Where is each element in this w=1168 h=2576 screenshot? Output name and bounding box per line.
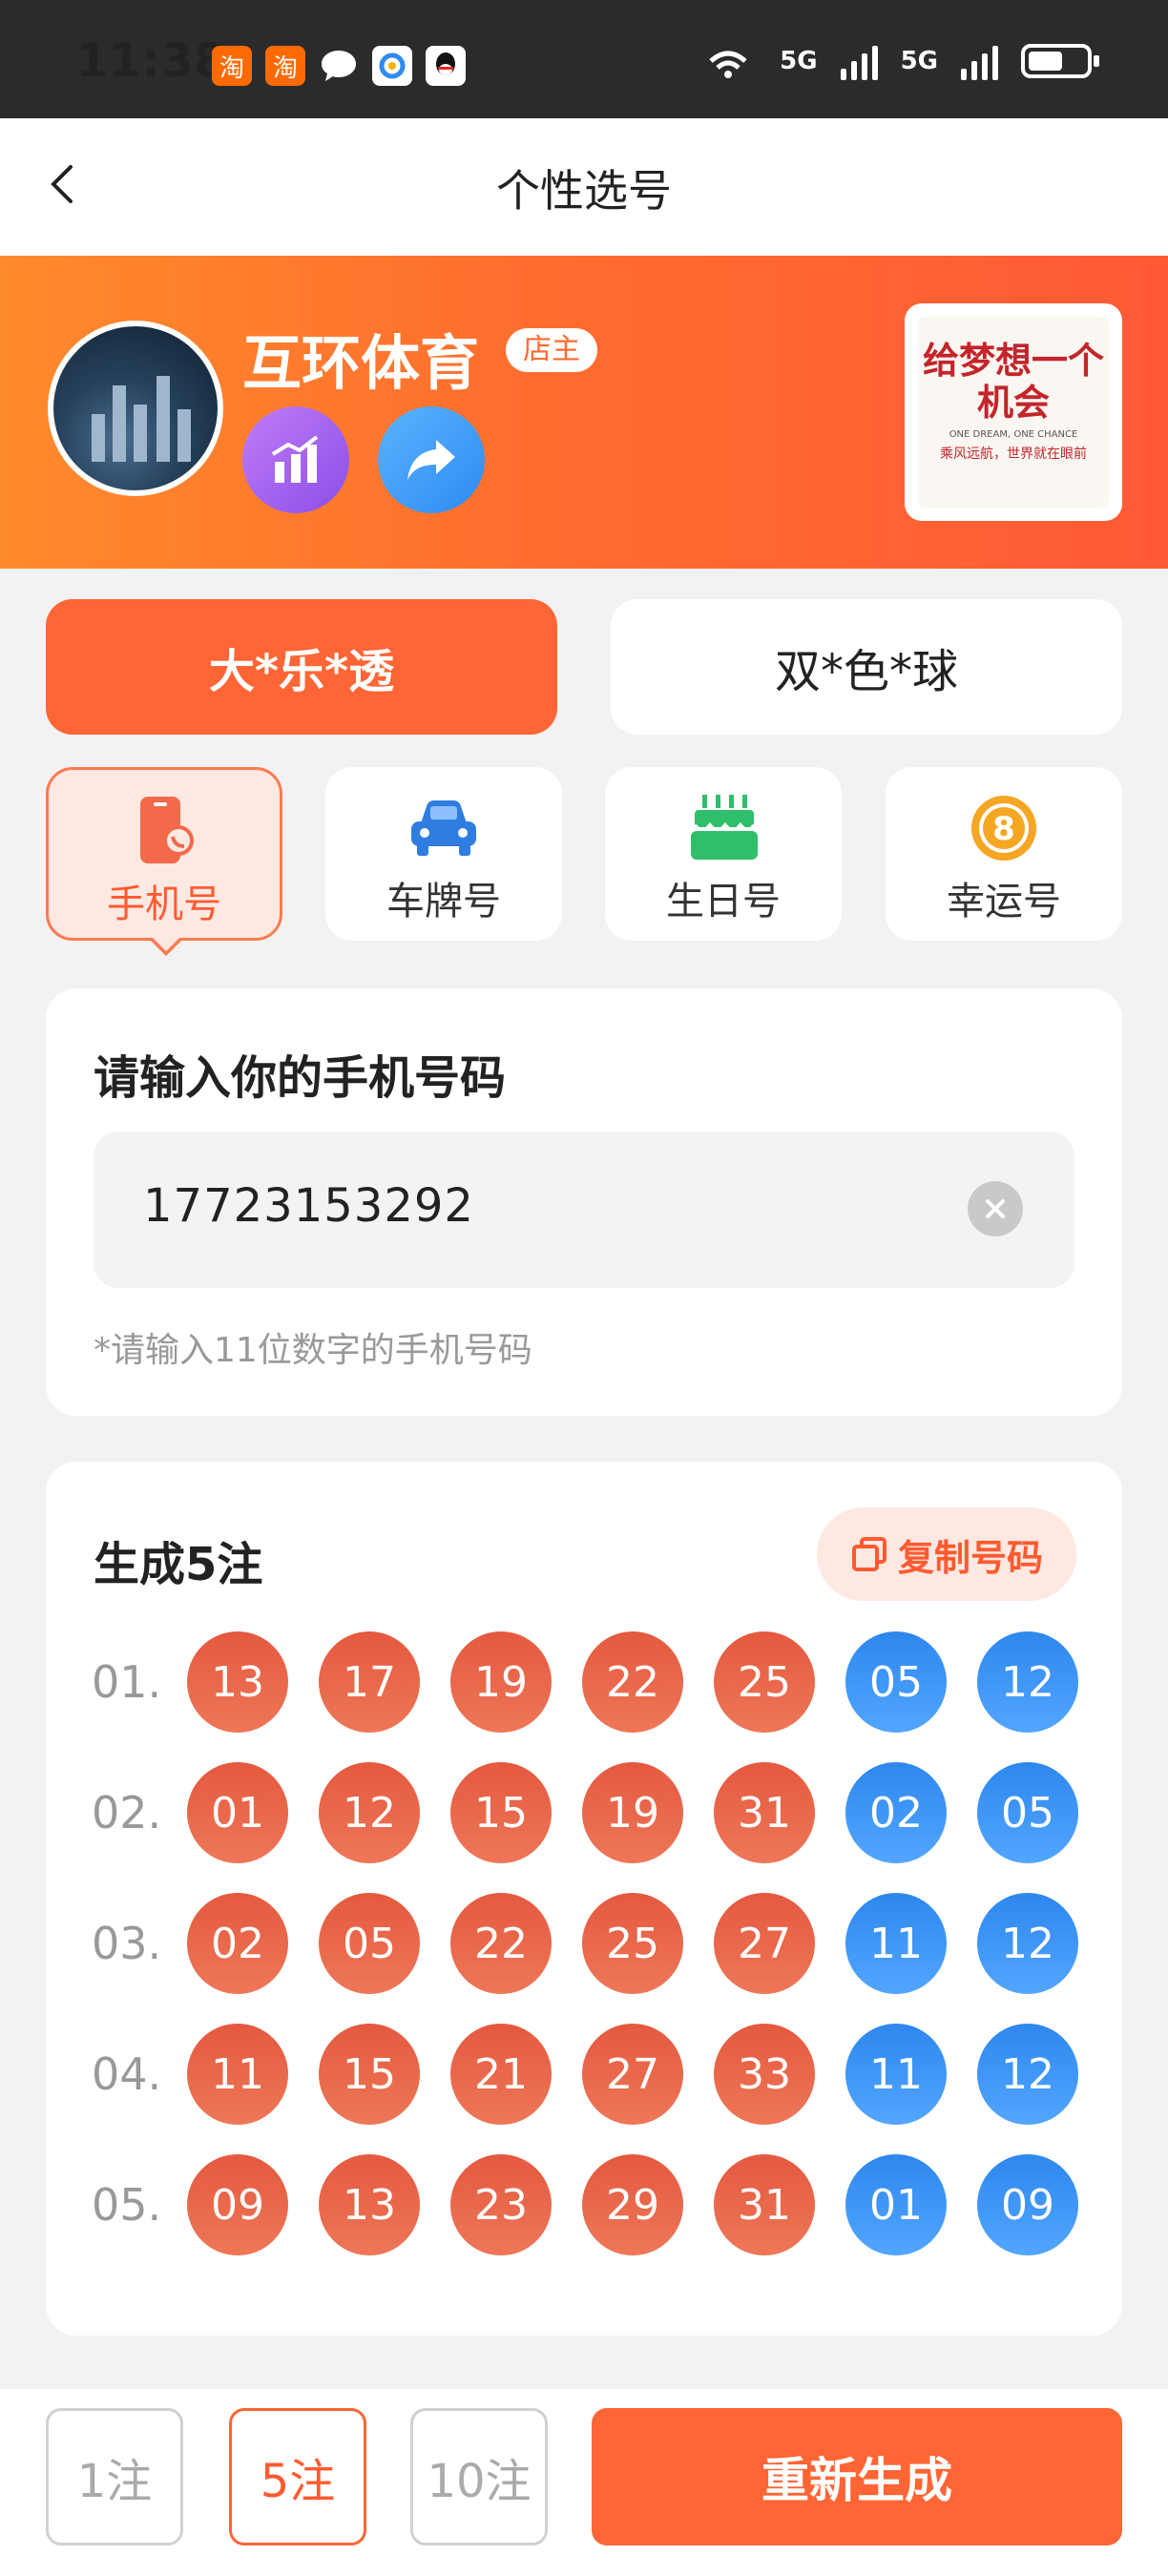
blue-ball: 05 [977,1762,1078,1863]
notification-icons: 淘 淘 [212,46,466,86]
red-ball: 12 [319,1762,420,1863]
red-ball: 29 [582,2154,683,2255]
share-button[interactable] [378,406,485,513]
blue-ball: 11 [845,1893,947,1994]
red-ball: 15 [450,1762,552,1863]
owner-badge: 店主 [506,328,597,372]
phone-input-value[interactable]: 17723153292 [143,1179,474,1233]
phone-input-title: 请输入你的手机号码 [94,1051,507,1105]
row-label: 05. [92,2179,162,2231]
copy-numbers-button[interactable]: 复制号码 [817,1507,1076,1601]
blue-ball: 11 [845,2024,947,2125]
blue-ball: 01 [845,2154,947,2255]
red-ball: 11 [187,2024,288,2125]
car-icon [406,792,482,864]
row-label: 04. [92,2048,162,2100]
signal-bars-icon [840,42,878,80]
taobao-icon: 淘 [265,46,305,86]
browser-icon [372,46,412,86]
share-arrow-icon [407,440,455,480]
mode-label: 生日号 [666,880,781,924]
red-ball: 02 [187,1893,288,1994]
copy-icon [851,1537,886,1571]
row-label: 02. [92,1787,162,1839]
red-ball: 21 [450,2024,552,2125]
red-ball: 22 [582,1631,683,1733]
red-ball: 19 [450,1631,552,1733]
lucky-eight-icon: 8 [966,792,1042,864]
red-ball: 25 [582,1893,683,1994]
regenerate-button[interactable]: 重新生成 [592,2408,1122,2545]
slogan-cn: 乘风远航，世界就在眼前 [940,447,1087,462]
status-time: 11:38 [76,34,227,88]
mode-car[interactable]: 车牌号 [325,767,562,941]
red-ball: 01 [187,1762,288,1863]
page-title: 个性选号 [496,165,672,217]
copy-label: 复制号码 [897,1536,1043,1579]
mode-phone[interactable]: 手机号 [46,767,282,941]
tab-shuangseqiu[interactable]: 双*色*球 [611,599,1122,735]
clear-input-button[interactable] [968,1181,1023,1236]
blue-ball: 12 [977,1631,1078,1733]
red-ball: 27 [714,1893,815,1994]
red-ball: 25 [714,1631,815,1733]
slogan-line2: 机会 [976,381,1050,424]
red-ball: 27 [582,2024,683,2125]
slogan-card[interactable]: 给梦想一个 机会 ONE DREAM, ONE CHANCE 乘风远航，世界就在… [905,303,1122,521]
red-ball: 05 [319,1893,420,1994]
bar-chart-icon [271,435,319,483]
status-indicators: 5G 5G [699,42,1099,80]
count-10-button[interactable]: 10注 [410,2408,548,2545]
phone-icon [126,795,202,867]
blue-ball: 12 [977,1893,1078,1994]
results-title: 生成5注 [94,1538,263,1591]
red-ball: 31 [714,2154,815,2255]
red-ball: 22 [450,1893,552,1994]
wifi-icon [709,51,747,78]
red-ball: 15 [319,2024,420,2125]
blue-ball: 12 [977,2024,1078,2125]
signal-bars-icon [961,42,998,80]
count-1-button[interactable]: 1注 [46,2408,183,2545]
avatar[interactable] [48,321,223,496]
count-5-button[interactable]: 5注 [229,2408,366,2545]
red-ball: 09 [187,2154,288,2255]
shop-name: 互环体育 [242,328,480,398]
mode-lucky[interactable]: 8 幸运号 [886,767,1122,941]
taobao-icon: 淘 [212,46,252,86]
mode-label: 幸运号 [947,880,1061,924]
qq-icon [426,46,466,86]
message-icon [319,46,359,86]
row-label: 03. [92,1918,162,1969]
red-ball: 13 [187,1631,288,1733]
signal-label-2: 5G [900,47,938,75]
red-ball: 33 [714,2024,815,2125]
red-ball: 23 [450,2154,552,2255]
row-label: 01. [92,1656,162,1708]
red-ball: 13 [319,2154,420,2255]
mode-birthday[interactable]: 生日号 [605,767,842,941]
slogan-line1: 给梦想一个 [922,339,1104,382]
close-icon [986,1199,1005,1218]
red-ball: 31 [714,1762,815,1863]
svg-text:8: 8 [992,810,1015,848]
phone-input-hint: *请输入11位数字的手机号码 [94,1331,532,1370]
signal-label-1: 5G [780,47,818,75]
red-ball: 19 [582,1762,683,1863]
active-tab-pointer-inner [152,937,180,951]
battery-icon [1021,44,1099,78]
red-ball: 17 [319,1631,420,1733]
mode-label: 手机号 [107,883,221,926]
blue-ball: 09 [977,2154,1078,2255]
blue-ball: 05 [845,1631,947,1733]
blue-ball: 02 [845,1762,947,1863]
mode-label: 车牌号 [386,880,501,924]
tab-daletou[interactable]: 大*乐*透 [46,599,557,735]
slogan-en: ONE DREAM, ONE CHANCE [949,429,1078,440]
stats-button[interactable] [242,406,349,513]
cake-icon [685,792,761,864]
